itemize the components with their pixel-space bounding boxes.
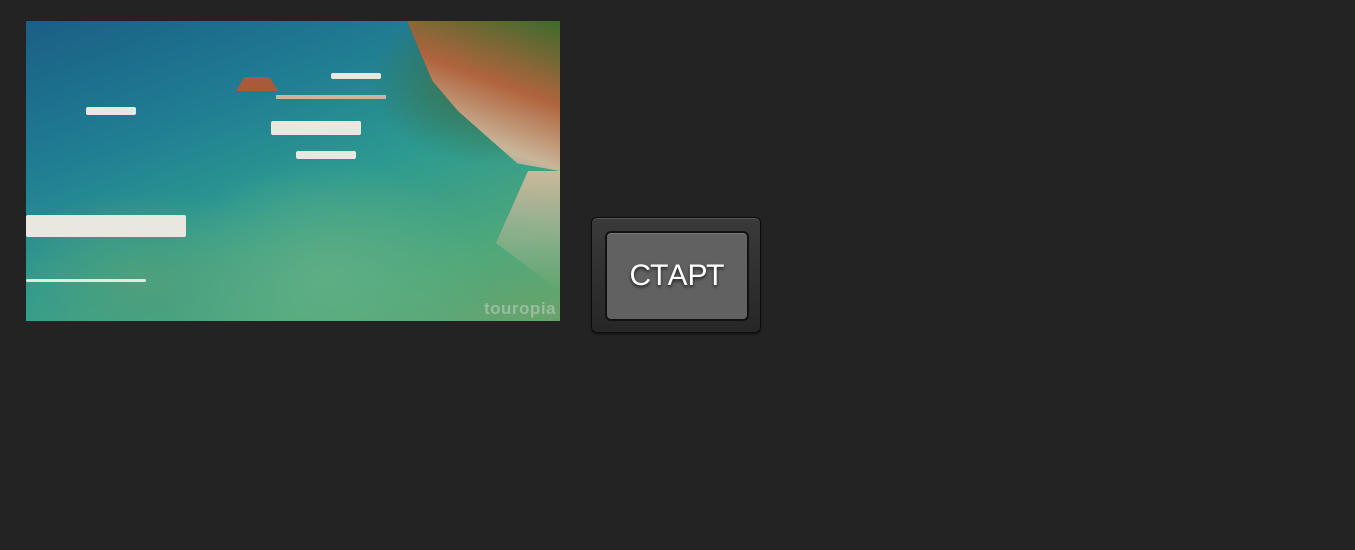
start-button-frame: СТАРТ xyxy=(591,217,761,333)
pier xyxy=(276,95,386,99)
pier-hut xyxy=(236,77,278,91)
video-watermark: touropia xyxy=(484,299,556,318)
boat xyxy=(271,121,361,135)
start-button[interactable]: СТАРТ xyxy=(605,231,749,321)
video-player[interactable]: touropia xyxy=(26,21,560,321)
boat xyxy=(26,279,146,282)
boat xyxy=(86,107,136,115)
boat xyxy=(296,151,356,159)
shoreline-buildings xyxy=(407,21,560,171)
beach-sand xyxy=(496,171,560,291)
boat xyxy=(26,215,186,237)
boat xyxy=(331,73,381,79)
